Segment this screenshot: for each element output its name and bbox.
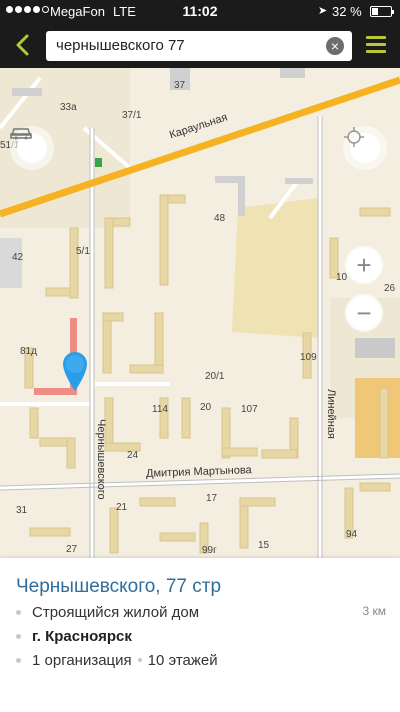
search-input[interactable]: чернышевского 77 × xyxy=(46,31,352,61)
building-number: 42 xyxy=(12,252,24,263)
place-type-row: Строящийся жилой дом xyxy=(16,604,199,621)
crosshair-icon xyxy=(344,127,364,147)
place-title[interactable]: Чернышевского, 77 стр xyxy=(16,576,221,598)
building-number: 109 xyxy=(300,352,317,363)
street-name-chernyshevskogo: Чернышевского xyxy=(95,419,107,500)
clear-search-button[interactable]: × xyxy=(326,37,344,55)
building-number: 48 xyxy=(214,213,226,224)
building-number: 37 xyxy=(174,80,186,91)
building-number: 27 xyxy=(66,544,78,555)
building-number: 31 xyxy=(16,505,28,516)
building-number: 21 xyxy=(116,502,128,513)
organizations-count[interactable]: 1 организация xyxy=(32,652,132,669)
zoom-in-button[interactable]: + xyxy=(345,246,383,284)
building-number: 24 xyxy=(127,450,139,461)
building-number: 5/1 xyxy=(76,246,90,257)
building-number: 17 xyxy=(206,493,218,504)
place-info-card[interactable]: Чернышевского, 77 стр Строящийся жилой д… xyxy=(0,558,400,712)
status-bar: MegaFon LTE 11:02 ➤ 32 % xyxy=(0,0,400,22)
building-number: 33а xyxy=(60,102,77,113)
building-number: 20 xyxy=(200,402,212,413)
building-number: 20/1 xyxy=(205,371,225,382)
city: г. Красноярск xyxy=(32,628,132,645)
map-canvas xyxy=(0,68,400,558)
building-number: 107 xyxy=(241,404,258,415)
building-number: 26 xyxy=(384,283,396,294)
back-button[interactable] xyxy=(8,30,38,60)
navigation-bar: чернышевского 77 × xyxy=(0,22,400,68)
building-number: 81д xyxy=(20,346,37,357)
building-number: 10 xyxy=(336,272,348,283)
location-pin-icon[interactable] xyxy=(61,350,89,392)
my-location-button[interactable] xyxy=(343,126,387,170)
close-icon: × xyxy=(330,38,340,54)
chevron-left-icon xyxy=(16,34,29,56)
distance: 3 км xyxy=(362,604,386,618)
building-number: 37/1 xyxy=(122,110,142,121)
separator-dot xyxy=(137,658,142,663)
zoom-out-button[interactable]: − xyxy=(345,294,383,332)
menu-button[interactable] xyxy=(363,34,389,56)
details-row: 1 организация 10 этажей xyxy=(16,652,218,669)
building-number: 15 xyxy=(258,540,270,551)
building-number: 99г xyxy=(202,545,217,556)
place-type: Строящийся жилой дом xyxy=(32,604,200,621)
street-name-lineynaya: Линейная xyxy=(325,389,337,439)
hamburger-icon xyxy=(366,36,386,39)
location-arrow-icon: ➤ xyxy=(318,5,328,17)
battery-icon xyxy=(370,6,394,17)
building-number: 94 xyxy=(346,529,358,540)
traffic-button[interactable] xyxy=(10,126,54,170)
map-view[interactable]: 33а 37 37/1 51/1 48 42 5/1 81д 109 20/1 … xyxy=(0,68,400,558)
car-icon xyxy=(10,128,32,140)
search-query[interactable]: чернышевского 77 xyxy=(56,37,185,54)
building-number: 114 xyxy=(152,404,168,415)
city-row: г. Красноярск xyxy=(16,628,132,645)
bullet-icon xyxy=(16,609,21,615)
minus-icon: − xyxy=(347,296,381,330)
battery-percent: 32 % xyxy=(332,4,362,19)
plus-icon: + xyxy=(347,248,381,282)
bullet-icon xyxy=(16,633,21,639)
floors-count: 10 этажей xyxy=(147,652,218,669)
bullet-icon xyxy=(16,657,21,663)
